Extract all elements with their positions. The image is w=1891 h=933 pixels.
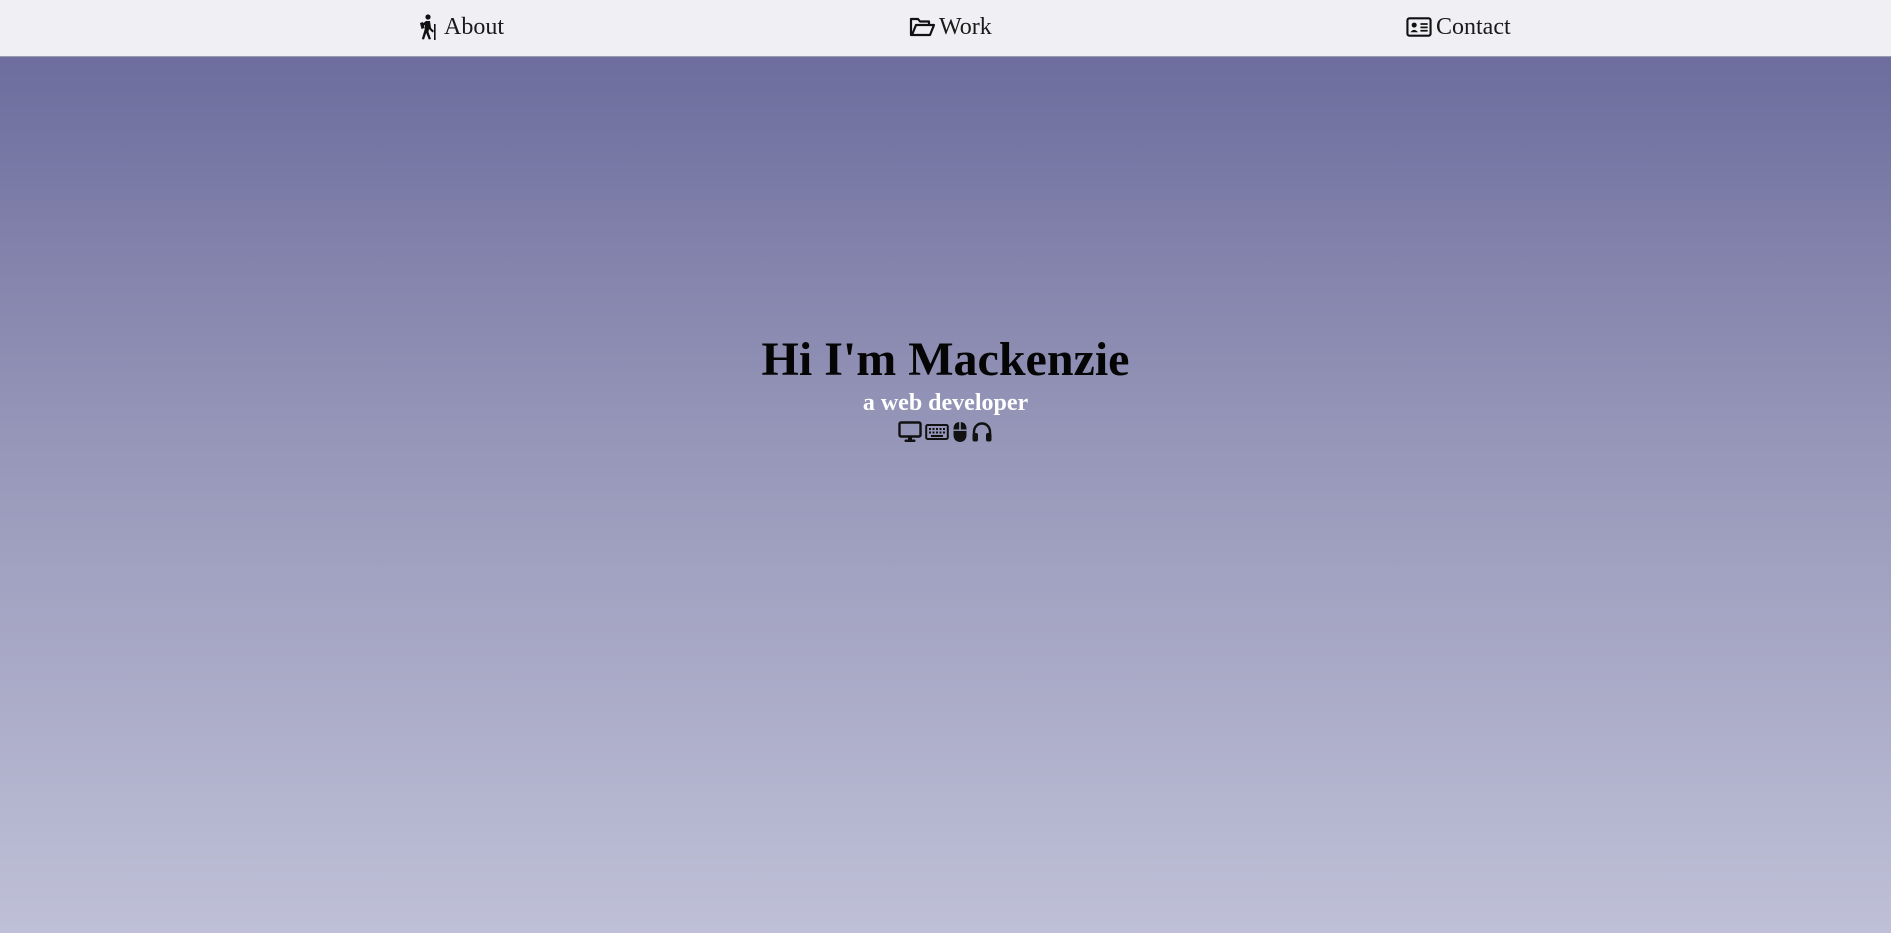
open-folder-icon xyxy=(909,14,935,40)
mouse-icon xyxy=(952,420,968,444)
nav-link-work[interactable]: Work xyxy=(909,12,992,42)
nav-label-work: Work xyxy=(939,14,992,40)
contact-card-icon xyxy=(1406,14,1432,40)
hero-content: Hi I'm Mackenzie a web developer xyxy=(0,332,1891,448)
keyboard-icon xyxy=(925,420,949,444)
nav-label-contact: Contact xyxy=(1436,14,1511,40)
desktop-icon xyxy=(898,420,922,444)
hero-icon-row xyxy=(898,420,993,444)
top-navigation: About Work Contact xyxy=(0,0,1891,57)
nav-link-about[interactable]: About xyxy=(414,12,504,42)
nav-link-contact[interactable]: Contact xyxy=(1406,12,1511,42)
hero-subtitle: a web developer xyxy=(862,390,1029,416)
nav-label-about: About xyxy=(444,14,504,40)
hiking-person-icon xyxy=(414,14,440,40)
headphones-icon xyxy=(971,420,993,444)
hero-section: Hi I'm Mackenzie a web developer xyxy=(0,57,1891,933)
hero-title: Hi I'm Mackenzie xyxy=(761,333,1130,386)
